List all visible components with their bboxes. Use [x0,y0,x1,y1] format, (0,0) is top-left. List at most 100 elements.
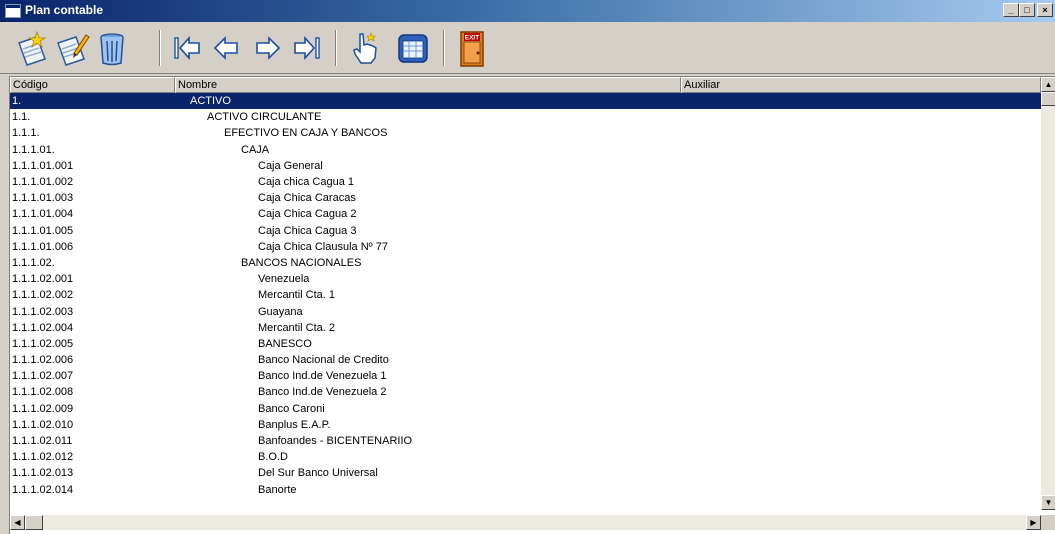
account-code-cell: 1.1.1.01.004 [12,208,74,221]
pointer-hand-icon [353,32,377,64]
account-code-cell: 1.1.1.01.001 [12,159,74,172]
table-row[interactable]: 1.1.1.02.008 Banco Ind.de Venezuela 2 [10,384,1041,400]
accounts-grid[interactable]: Código Nombre Auxiliar 1. ACTIVO 1.1. ACTIV… [9,76,1055,534]
select-button[interactable] [345,28,385,68]
table-row[interactable]: 1.1.1.01.001 Caja General [10,158,1041,174]
calendar-window-icon [398,34,428,63]
table-row[interactable]: 1.1.1.02.014 Banorte [10,482,1041,498]
account-code-cell: 1. [12,95,22,108]
account-code-cell: 1.1.1.02.007 [12,370,74,383]
account-code-cell: 1.1.1.02.009 [12,402,74,415]
delete-button[interactable] [92,28,132,68]
scroll-up-button[interactable]: ▲ [1041,77,1055,92]
account-name-cell: CAJA [241,143,270,156]
table-row[interactable]: 1.1.1.01.002 Caja chica Cagua 1 [10,174,1041,190]
table-row[interactable]: 1.1.1.02.001 Venezuela [10,271,1041,287]
account-name-cell: Banco Ind.de Venezuela 2 [258,386,387,399]
close-button[interactable]: × [1037,3,1053,17]
table-row[interactable]: 1.1.1.02.007 Banco Ind.de Venezuela 1 [10,368,1041,384]
trash-icon [100,33,124,66]
toolbar-separator [335,30,337,66]
exit-button[interactable]: EXIT [452,28,492,68]
scroll-left-button[interactable]: ◀ [10,515,25,530]
scroll-right-button[interactable]: ▶ [1026,515,1041,530]
minimize-button[interactable]: _ [1003,3,1019,17]
account-code-cell: 1.1.1.02.005 [12,337,74,350]
account-code-cell: 1.1.1.01.006 [12,240,74,253]
account-code-cell: 1.1.1.02. [12,256,55,269]
account-name-cell: Caja Chica Cagua 2 [258,208,357,221]
scroll-down-button[interactable]: ▼ [1041,495,1055,510]
table-row[interactable]: 1.1.1.01. CAJA [10,142,1041,158]
account-code-cell: 1.1.1.02.011 [12,435,73,448]
account-code-cell: 1.1.1.02.013 [12,467,74,480]
new-document-button[interactable] [12,28,52,68]
toolbar-separator [159,30,161,66]
horizontal-scrollbar[interactable]: ◀ ▶ [10,515,1041,530]
account-code-cell: 1.1.1.01.005 [12,224,74,237]
last-record-button[interactable] [287,28,327,68]
account-code-cell: 1.1.1.01. [12,143,55,156]
vertical-scrollbar[interactable]: ▲ ▼ [1041,77,1055,510]
view-button[interactable] [393,28,433,68]
account-name-cell: BANCOS NACIONALES [241,256,362,269]
title-bar[interactable]: Plan contable _ □ × [0,0,1055,22]
size-grip[interactable] [1041,515,1055,530]
table-row[interactable]: 1.1.1.01.004 Caja Chica Cagua 2 [10,206,1041,222]
account-name-cell: Banco Ind.de Venezuela 1 [258,370,387,383]
table-row[interactable]: 1.1.1.02.010 Banplus E.A.P. [10,417,1041,433]
table-row[interactable]: 1.1.1.02.009 Banco Caroni [10,401,1041,417]
account-code-cell: 1.1.1.02.006 [12,354,74,367]
grid-rows: 1. ACTIVO 1.1. ACTIVO CIRCULANTE 1.1.1. EFECT… [10,93,1041,498]
plan-contable-window: Plan contable _ □ × EXIT Código Nombre A… [0,0,1055,534]
account-name-cell: Del Sur Banco Universal [258,467,378,480]
column-header-codigo[interactable]: Código [10,77,175,93]
table-row[interactable]: 1.1.1.02.005 BANESCO [10,336,1041,352]
table-row[interactable]: 1.1.1.02.011 Banfoandes - BICENTENARIIO [10,433,1041,449]
column-header-auxiliar[interactable]: Auxiliar [681,77,1041,93]
table-row[interactable]: 1. ACTIVO [10,93,1041,110]
account-name-cell: Caja chica Cagua 1 [258,176,355,189]
table-row[interactable]: 1.1.1.02.006 Banco Nacional de Credito [10,352,1041,368]
table-row[interactable]: 1.1. ACTIVO CIRCULANTE [10,109,1041,125]
horizontal-scroll-thumb[interactable] [25,515,43,530]
account-code-cell: 1.1.1.02.003 [12,305,74,318]
account-code-cell: 1.1.1. [12,127,40,140]
maximize-button[interactable]: □ [1019,3,1035,17]
edit-document-button[interactable] [52,28,92,68]
first-record-icon [174,35,200,61]
new-document-icon [18,30,47,66]
account-code-cell: 1.1.1.02.014 [12,483,74,496]
account-name-cell: Banorte [258,483,297,496]
account-code-cell: 1.1.1.02.012 [12,451,74,464]
account-code-cell: 1.1.1.02.001 [12,273,74,286]
next-record-button[interactable] [247,28,287,68]
account-name-cell: Banco Nacional de Credito [258,354,389,367]
table-row[interactable]: 1.1.1.02.002 Mercantil Cta. 1 [10,287,1041,303]
account-name-cell: Caja Chica Clausula Nº 77 [258,240,388,253]
account-name-cell: BANESCO [258,337,312,350]
table-row[interactable]: 1.1.1.02.013 Del Sur Banco Universal [10,465,1041,481]
previous-record-button[interactable] [207,28,247,68]
table-row[interactable]: 1.1.1.01.005 Caja Chica Cagua 3 [10,223,1041,239]
table-row[interactable]: 1.1.1.02.004 Mercantil Cta. 2 [10,320,1041,336]
window-controls: _ □ × [1003,3,1053,19]
exit-door-icon: EXIT [460,31,484,67]
column-header-nombre[interactable]: Nombre [175,77,681,93]
account-name-cell: Banfoandes - BICENTENARIIO [258,435,413,448]
table-row[interactable]: 1.1.1.02. BANCOS NACIONALES [10,255,1041,271]
next-record-icon [256,36,281,60]
account-name-cell: Banco Caroni [258,402,325,415]
first-record-button[interactable] [167,28,207,68]
table-row[interactable]: 1.1.1.02.012 B.O.D [10,449,1041,465]
previous-record-icon [213,36,238,60]
table-row[interactable]: 1.1.1.02.003 Guayana [10,303,1041,319]
vertical-scroll-thumb[interactable] [1041,92,1055,106]
table-row[interactable]: 1.1.1.01.003 Caja Chica Caracas [10,190,1041,206]
account-name-cell: Caja General [258,159,323,172]
account-name-cell: ACTIVO CIRCULANTE [207,111,322,124]
last-record-icon [294,35,320,61]
table-row[interactable]: 1.1.1. EFECTIVO EN CAJA Y BANCOS [10,125,1041,141]
account-code-cell: 1.1. [12,111,31,124]
table-row[interactable]: 1.1.1.01.006 Caja Chica Clausula Nº 77 [10,239,1041,255]
